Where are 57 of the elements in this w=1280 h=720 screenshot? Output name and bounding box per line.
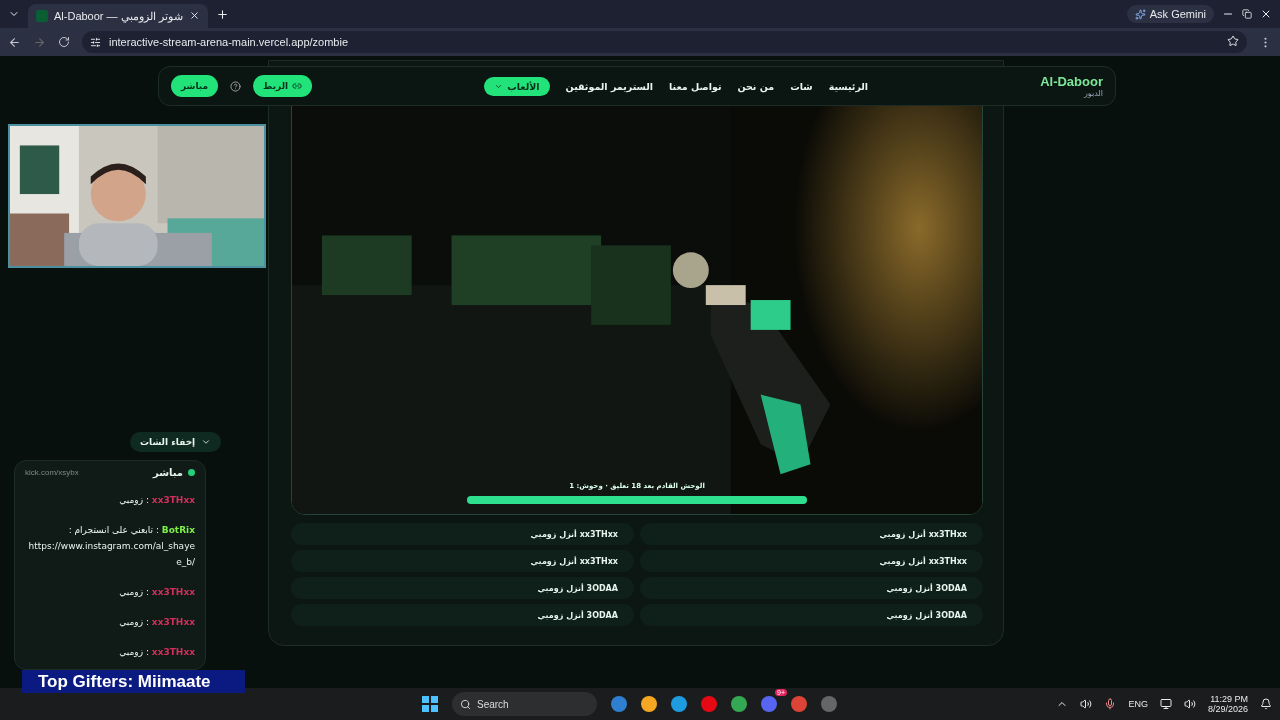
app-icon[interactable] xyxy=(671,696,687,712)
feed-row: 3ODAA أنزل زومبي xyxy=(640,604,983,626)
browser-tab[interactable]: Al-Daboor — شوتر الزومبي xyxy=(28,4,208,28)
close-icon[interactable] xyxy=(1260,8,1272,20)
feed-row: 3ODAA أنزل زومبي xyxy=(291,604,634,626)
app-icon[interactable] xyxy=(731,696,747,712)
speaker-icon[interactable] xyxy=(1183,698,1196,710)
nav-link[interactable]: شات xyxy=(790,80,813,92)
feed-row: xx3THxx أنزل زومبي xyxy=(291,550,634,572)
app-icon[interactable] xyxy=(611,696,627,712)
chevron-down-icon xyxy=(201,437,212,447)
favicon-icon xyxy=(36,10,48,22)
close-icon[interactable] xyxy=(189,9,200,21)
link-icon xyxy=(292,81,303,91)
clock-time[interactable]: 11:29 PM xyxy=(1210,694,1248,704)
app-icon[interactable] xyxy=(791,696,807,712)
feed-row: xx3THxx أنزل زومبي xyxy=(640,523,983,545)
address-field[interactable]: interactive-stream-arena-main.vercel.app/zombie xyxy=(82,31,1247,53)
brand-subtitle: الدبور xyxy=(1083,89,1103,98)
nav-link[interactable]: الستريمر الموثقين xyxy=(565,80,653,92)
app-icon[interactable] xyxy=(701,696,717,712)
feed-row: xx3THxx أنزل زومبي xyxy=(291,523,634,545)
app-icon[interactable] xyxy=(641,696,657,712)
games-menu[interactable]: الألعاب xyxy=(484,76,550,96)
speaker-icon[interactable] xyxy=(1080,698,1093,710)
ask-gemini-button[interactable]: Ask Gemini xyxy=(1126,5,1214,23)
tab-title: Al-Daboor — شوتر الزومبي xyxy=(54,9,183,23)
restore-icon[interactable] xyxy=(1242,9,1252,19)
language-indicator[interactable]: ENG xyxy=(1128,699,1148,709)
bell-icon[interactable] xyxy=(1260,698,1272,710)
search-field[interactable]: Search xyxy=(452,692,597,716)
clock-date[interactable]: 8/29/2026 xyxy=(1207,704,1248,714)
nav-link[interactable]: من نحن xyxy=(737,80,775,92)
site-settings-icon[interactable] xyxy=(90,36,101,48)
reload-icon[interactable] xyxy=(58,36,70,48)
nav-link[interactable]: الرئيسية xyxy=(828,80,869,92)
star-icon[interactable] xyxy=(1227,35,1239,47)
mic-icon[interactable] xyxy=(1104,698,1117,710)
channel-link[interactable]: kick.com/xsybx xyxy=(25,468,79,477)
live-label: مباشر xyxy=(152,467,195,478)
app-icon[interactable] xyxy=(761,696,777,712)
feed-row: 3ODAA أنزل زومبي xyxy=(291,577,634,599)
sparkle-icon xyxy=(1134,8,1146,20)
connect-button[interactable]: الربط xyxy=(253,75,313,97)
nav-link[interactable]: تواصل معنا xyxy=(669,80,722,92)
monitor-icon[interactable] xyxy=(1159,698,1172,710)
live-button[interactable]: مباشر xyxy=(171,75,219,97)
search-icon xyxy=(460,698,471,710)
help-icon[interactable] xyxy=(230,80,242,92)
feed-row: 3ODAA أنزل زومبي xyxy=(640,577,983,599)
windows-icon[interactable] xyxy=(422,696,438,712)
back-icon[interactable] xyxy=(8,35,21,49)
new-tab-icon[interactable] xyxy=(216,7,229,21)
feed-row: xx3THxx أنزل زومبي xyxy=(640,550,983,572)
hide-chat-button[interactable]: إخفاء الشات xyxy=(130,432,222,452)
brand-name: Al-Daboor xyxy=(1040,74,1103,89)
top-gifters-banner: Top Gifters: Miimaate xyxy=(22,670,245,693)
